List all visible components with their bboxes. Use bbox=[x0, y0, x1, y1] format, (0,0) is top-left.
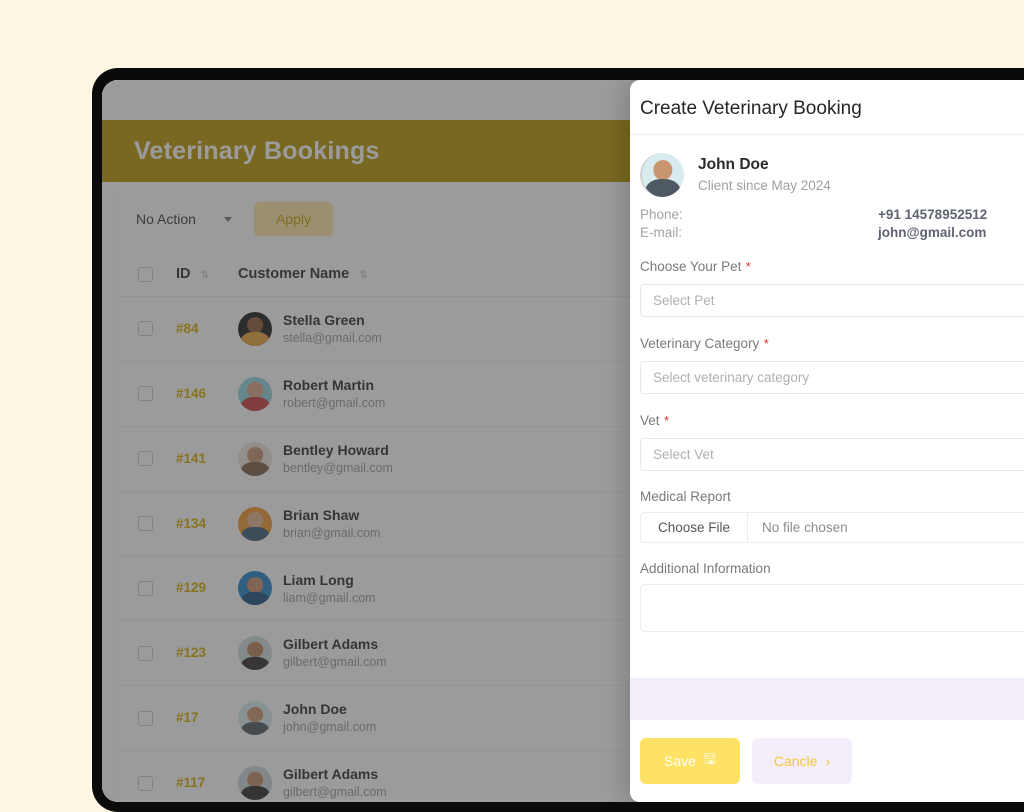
email-value: john@gmail.com bbox=[878, 225, 987, 240]
field-header: Vet * bbox=[640, 412, 1024, 430]
client-contact: Phone: +91 14578952512 E-mail: john@gmai… bbox=[640, 207, 1024, 240]
additional-information-label: Additional Information bbox=[640, 561, 771, 576]
vet-select[interactable]: Select Vet bbox=[640, 438, 1024, 471]
total-amount-bar: Total Amount $0.00 bbox=[630, 678, 1024, 720]
field-vet: Vet * Select Vet bbox=[640, 412, 1024, 471]
client-summary: John Doe Client since May 2024 bbox=[640, 153, 1024, 197]
category-label-wrap: Veterinary Category * bbox=[640, 335, 769, 353]
modal-body: John Doe Client since May 2024 Phone: +9… bbox=[630, 135, 1024, 678]
field-veterinary-category: Veterinary Category * +Add Type Select v… bbox=[640, 335, 1024, 394]
create-booking-modal: Create Veterinary Booking John Doe Clien… bbox=[630, 80, 1024, 802]
field-additional-information: Additional Information bbox=[640, 561, 1024, 632]
screenshot-root: Veterinary Bookings No Action Apply bbox=[0, 0, 1024, 812]
pet-label-wrap: Choose Your Pet * bbox=[640, 258, 751, 276]
required-marker: * bbox=[763, 336, 769, 351]
phone-value: +91 14578952512 bbox=[878, 207, 988, 222]
chevron-right-icon: › bbox=[825, 753, 831, 769]
modal-header: Create Veterinary Booking bbox=[630, 80, 1024, 135]
no-file-chosen-text: No file chosen bbox=[762, 520, 848, 535]
client-text: John Doe Client since May 2024 bbox=[698, 153, 831, 197]
modal-column-left: John Doe Client since May 2024 Phone: +9… bbox=[640, 153, 1024, 632]
required-marker: * bbox=[745, 259, 751, 274]
save-button-label: Save bbox=[664, 753, 696, 769]
choose-file-button[interactable]: Choose File bbox=[641, 513, 749, 542]
category-select[interactable]: Select veterinary category bbox=[640, 361, 1024, 394]
vet-select-value: Select Vet bbox=[653, 447, 714, 462]
client-name: John Doe bbox=[698, 156, 769, 173]
category-label: Veterinary Category bbox=[640, 336, 760, 351]
required-marker: * bbox=[663, 413, 670, 428]
phone-label: Phone: bbox=[640, 207, 683, 222]
medical-report-file-input[interactable]: Choose File No file chosen bbox=[640, 512, 1024, 543]
pet-select[interactable]: Select Pet bbox=[640, 284, 1024, 317]
device-screen: Veterinary Bookings No Action Apply bbox=[102, 80, 1024, 802]
modal-footer: Save 🖫 Cancle › bbox=[630, 720, 1024, 802]
field-header: Veterinary Category * +Add Type bbox=[640, 335, 1024, 353]
vet-label: Vet bbox=[640, 413, 660, 428]
email-label: E-mail: bbox=[640, 225, 683, 240]
cancel-button[interactable]: Cancle › bbox=[751, 738, 853, 784]
modal-columns: John Doe Client since May 2024 Phone: +9… bbox=[640, 153, 1024, 632]
save-button[interactable]: Save 🖫 bbox=[640, 738, 740, 784]
save-icon: 🖫 bbox=[703, 751, 716, 767]
device-frame: Veterinary Bookings No Action Apply bbox=[92, 68, 1024, 812]
modal-title: Create Veterinary Booking bbox=[640, 98, 862, 119]
field-header: Choose Your Pet * +Add Pet bbox=[640, 258, 1024, 276]
avatar bbox=[640, 153, 684, 197]
field-medical-report: Medical Report Choose File No file chose… bbox=[640, 489, 1024, 543]
additional-information-textarea[interactable] bbox=[640, 584, 1024, 632]
client-since: Client since May 2024 bbox=[698, 178, 831, 194]
medical-report-label: Medical Report bbox=[640, 489, 731, 504]
field-choose-pet: Choose Your Pet * +Add Pet Select Pet bbox=[640, 258, 1024, 317]
pet-select-value: Select Pet bbox=[653, 293, 715, 308]
category-select-value: Select veterinary category bbox=[653, 370, 810, 385]
pet-label: Choose Your Pet bbox=[640, 259, 742, 274]
vet-label-wrap: Vet * bbox=[640, 412, 669, 430]
cancel-button-label: Cancle bbox=[773, 753, 818, 769]
